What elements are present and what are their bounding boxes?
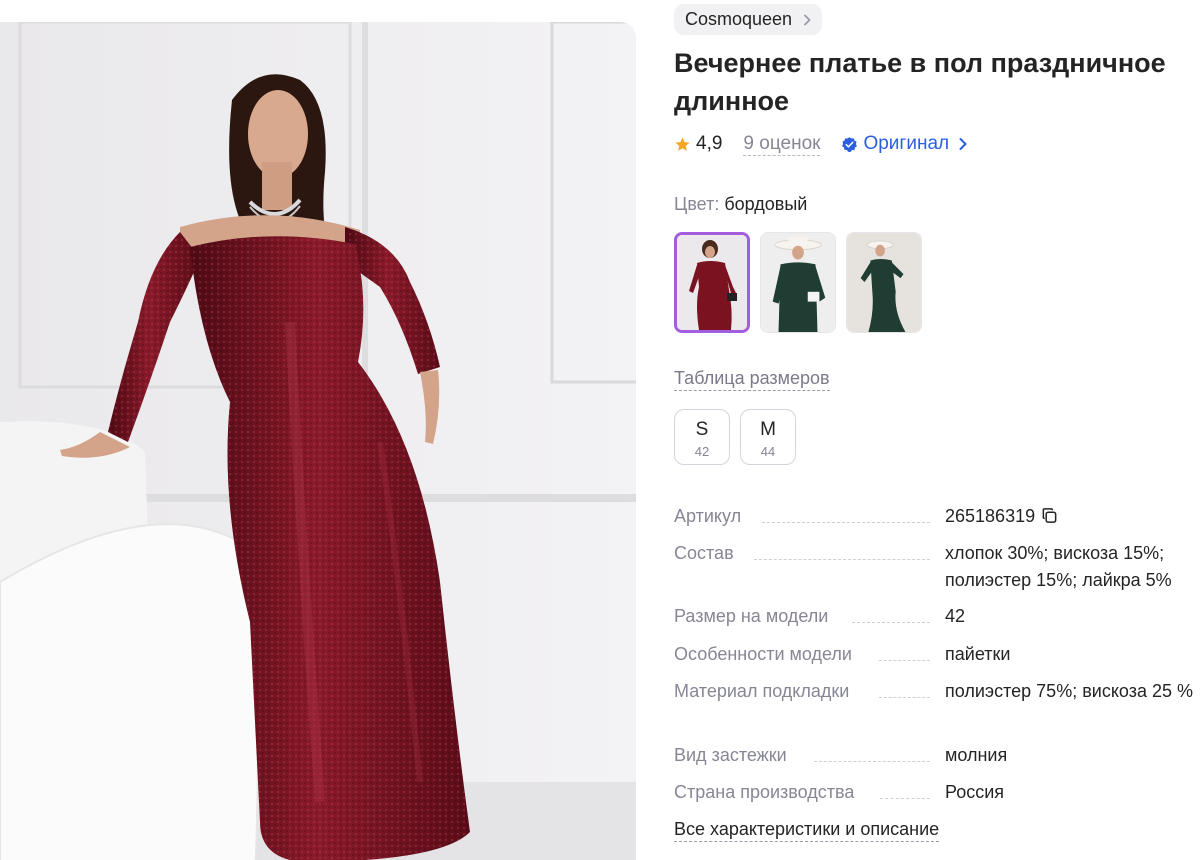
size-number: 44 <box>760 444 776 459</box>
size-option-m[interactable]: M 44 <box>740 409 796 465</box>
all-characteristics-link[interactable]: Все характеристики и описание <box>674 817 940 842</box>
spec-key: Особенности модели <box>674 644 852 664</box>
color-label: Цвет: <box>674 194 720 214</box>
spec-dots <box>879 697 930 698</box>
spec-value: молния <box>945 745 1008 765</box>
size-number: 42 <box>694 444 710 459</box>
original-badge[interactable]: Оригинал <box>841 133 969 155</box>
spec-value: пайетки <box>945 644 1011 664</box>
spec-value: полиэстер 75%; вискоза 25 % <box>945 681 1193 701</box>
size-letter: M <box>760 419 776 440</box>
spec-dots <box>852 622 930 623</box>
chevron-right-icon <box>959 138 967 150</box>
brand-link[interactable]: Cosmoqueen <box>674 4 823 35</box>
spec-dots <box>754 559 930 560</box>
variant-image <box>677 235 747 330</box>
size-option-s[interactable]: S 42 <box>674 409 730 465</box>
spec-value: Россия <box>945 782 1005 802</box>
spec-value: 42 <box>945 606 966 626</box>
spec-key: Материал подкладки <box>674 681 850 701</box>
size-selector: S 42 M 44 <box>674 409 796 465</box>
spec-key: Вид застежки <box>674 745 787 765</box>
spec-dots <box>879 660 930 661</box>
star-icon <box>675 136 690 151</box>
spec-key: Артикул <box>674 506 742 526</box>
chevron-right-icon <box>804 14 811 26</box>
product-photo-image <box>0 22 636 860</box>
variant-thumb-green-1[interactable] <box>760 232 836 333</box>
spec-dots <box>880 798 930 799</box>
variant-thumb-burgundy[interactable] <box>674 232 750 333</box>
spec-key: Страна производства <box>674 782 855 802</box>
copy-icon[interactable] <box>1041 507 1058 524</box>
spec-dots <box>814 761 930 762</box>
verified-check-icon <box>842 136 858 152</box>
size-letter: S <box>695 419 709 440</box>
variant-image <box>847 233 921 332</box>
spec-value: хлопок 30%; вискоза 15%; полиэстер 15%; … <box>945 543 1172 590</box>
brand-name: Cosmoqueen <box>685 9 793 29</box>
color-value: бордовый <box>724 194 808 214</box>
reviews-link[interactable]: 9 оценок <box>743 133 821 156</box>
spec-key: Размер на модели <box>674 606 829 626</box>
size-table-link[interactable]: Таблица размеров <box>674 367 830 391</box>
product-main-photo[interactable] <box>0 22 636 860</box>
spec-dots <box>762 522 930 523</box>
spec-value: 265186319 <box>945 503 1200 530</box>
color-variants <box>674 232 922 333</box>
color-row: Цвет: бордовый <box>674 192 807 216</box>
variant-image <box>761 233 835 332</box>
article-number: 265186319 <box>945 506 1036 526</box>
variant-thumb-green-2[interactable] <box>846 232 922 333</box>
original-label: Оригинал <box>863 133 950 154</box>
product-title: Вечернее платье в пол праздничное длинно… <box>674 48 1166 116</box>
rating-value: 4,9 <box>696 133 723 154</box>
spec-key: Состав <box>674 543 734 563</box>
rating-row: 4,9 9 оценок Оригинал <box>674 131 969 157</box>
